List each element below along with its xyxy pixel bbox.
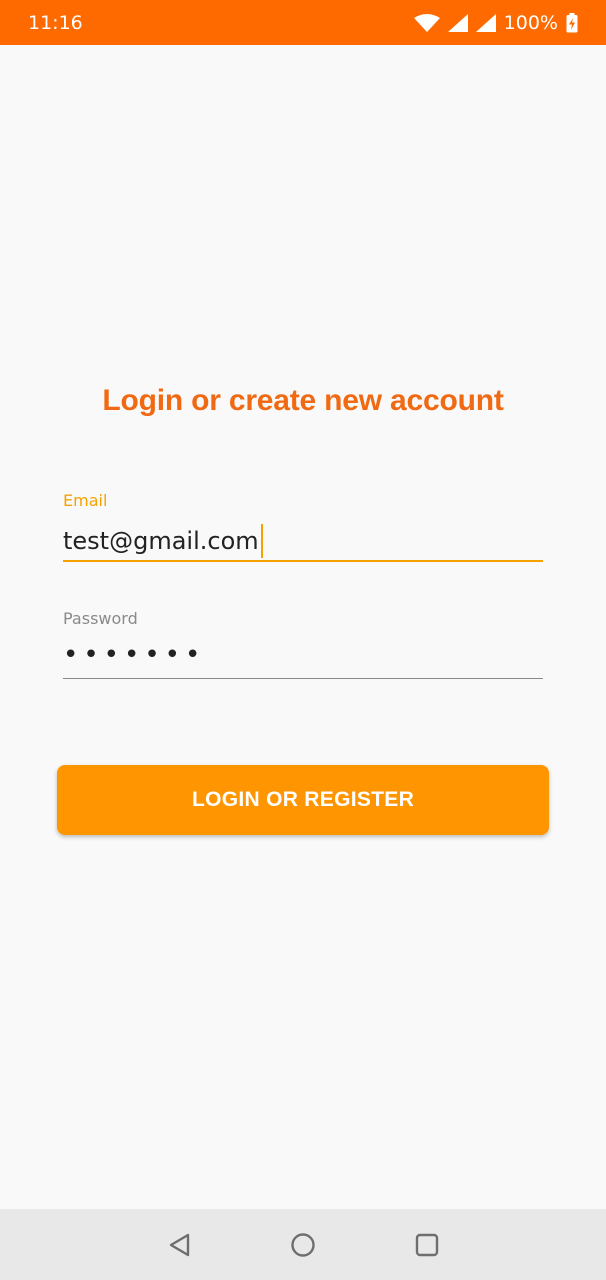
- battery-charging-icon: [566, 12, 578, 32]
- password-field[interactable]: •••••••: [63, 640, 205, 670]
- home-icon[interactable]: [289, 1231, 317, 1259]
- status-time: 11:16: [28, 11, 83, 34]
- email-label: Email: [63, 491, 108, 510]
- text-cursor: [260, 524, 263, 558]
- page-title: Login or create new account: [102, 384, 504, 417]
- signal-icon: [447, 13, 468, 32]
- email-value[interactable]: test@gmail.com: [63, 527, 259, 555]
- recent-apps-icon[interactable]: [413, 1231, 441, 1259]
- wifi-icon: [413, 13, 440, 32]
- status-icons: 100%: [413, 11, 578, 34]
- login-or-register-button[interactable]: LOGIN OR REGISTER: [57, 765, 549, 835]
- signal-icon: [475, 13, 496, 32]
- back-icon[interactable]: [166, 1231, 194, 1259]
- email-underline: [63, 560, 543, 562]
- status-bar: 11:16 100%: [0, 0, 606, 45]
- navigation-bar: [0, 1209, 606, 1280]
- password-label: Password: [63, 609, 138, 628]
- battery-percentage: 100%: [503, 11, 558, 34]
- email-field[interactable]: test@gmail.com: [63, 524, 263, 558]
- password-underline: [63, 678, 543, 679]
